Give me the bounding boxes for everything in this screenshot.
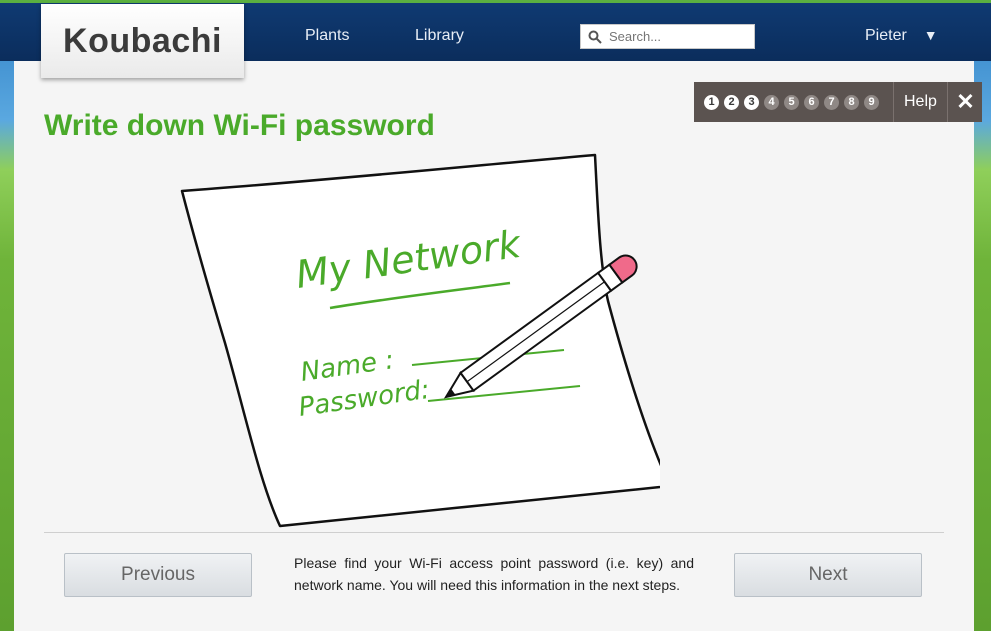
user-name: Pieter: [865, 27, 907, 44]
next-button[interactable]: Next: [734, 553, 922, 597]
step-description: Please find your Wi-Fi access point pass…: [294, 555, 694, 593]
search-input[interactable]: [607, 28, 751, 45]
previous-button[interactable]: Previous: [64, 553, 252, 597]
user-menu[interactable]: Pieter ▼: [865, 27, 938, 45]
paper-and-pencil-illustration: My Network Name : Password:: [180, 153, 660, 528]
logo-text: Koubachi: [63, 21, 222, 60]
paper-sheet: [180, 153, 660, 528]
step-7: 7: [824, 94, 839, 110]
step-8: 8: [844, 94, 859, 110]
step-2: 2: [724, 94, 739, 110]
nav-plants-link[interactable]: Plants: [305, 27, 349, 45]
chevron-down-icon: ▼: [923, 27, 938, 43]
step-indicator: 1 2 3 4 5 6 7 8 9: [704, 94, 884, 110]
wizard-step-bar: 1 2 3 4 5 6 7 8 9 Help ✕: [694, 82, 982, 122]
step-5: 5: [784, 94, 799, 110]
step-1: 1: [704, 94, 719, 110]
step-9: 9: [864, 94, 879, 110]
divider: [44, 532, 944, 533]
wizard-panel: Write down Wi-Fi password My Network Nam…: [14, 61, 974, 631]
close-icon[interactable]: ✕: [947, 82, 983, 122]
step-4: 4: [764, 94, 779, 110]
page-title: Write down Wi-Fi password: [44, 109, 435, 142]
search-box[interactable]: [580, 24, 755, 49]
step-6: 6: [804, 94, 819, 110]
help-link[interactable]: Help: [893, 82, 937, 122]
search-icon: [588, 30, 602, 44]
logo[interactable]: Koubachi: [41, 4, 244, 78]
step-3-current: 3: [744, 94, 759, 110]
nav-library-link[interactable]: Library: [415, 27, 464, 45]
